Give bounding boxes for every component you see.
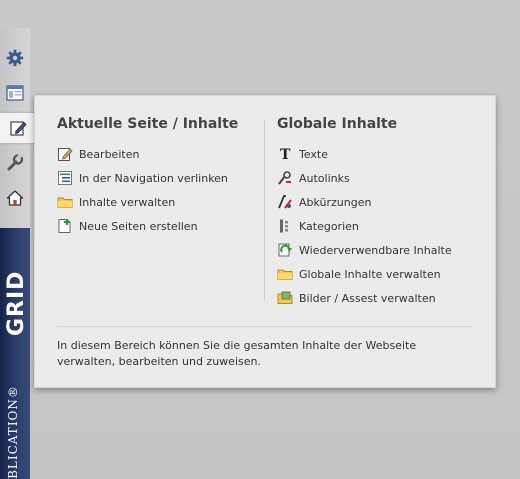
menu-item-label: Kategorien	[299, 219, 359, 233]
menu-item-autolinks[interactable]: Autolinks	[277, 166, 452, 190]
menu-item-label: Texte	[299, 147, 329, 161]
content-menu-panel: Aktuelle Seite / Inhalte Bearbeiten In d…	[34, 95, 496, 388]
menu-item-label: Globale Inhalte verwalten	[299, 267, 441, 281]
layout-icon	[6, 85, 24, 101]
edit-icon	[57, 146, 73, 162]
current-page-section: Aktuelle Seite / Inhalte Bearbeiten In d…	[57, 116, 238, 238]
menu-item-neue-seiten[interactable]: Neue Seiten erstellen	[57, 214, 238, 238]
new-page-icon	[57, 218, 73, 234]
navigation-link-icon	[57, 170, 73, 186]
menu-item-navigation-link[interactable]: In der Navigation verlinken	[57, 166, 238, 190]
layout-button[interactable]	[0, 78, 30, 108]
abbreviation-icon	[277, 194, 293, 210]
menu-item-label: Bilder / Assest verwalten	[299, 291, 436, 305]
home-icon	[6, 190, 24, 206]
categories-icon	[277, 218, 293, 234]
gear-icon	[6, 49, 24, 67]
menu-item-inhalte-verwalten[interactable]: Inhalte verwalten	[57, 190, 238, 214]
global-content-section: Globale Inhalte T Texte Autolinks Abkürz…	[277, 116, 452, 310]
global-content-title: Globale Inhalte	[277, 116, 398, 132]
tools-button[interactable]	[0, 148, 30, 178]
section-divider	[57, 326, 473, 327]
content-edit-button[interactable]	[0, 113, 36, 143]
menu-item-bilder-assets[interactable]: Bilder / Assest verwalten	[277, 286, 452, 310]
menu-item-label: Bearbeiten	[79, 147, 140, 161]
settings-button[interactable]	[0, 43, 30, 73]
menu-item-label: Autolinks	[299, 171, 350, 185]
menu-item-kategorien[interactable]: Kategorien	[277, 214, 452, 238]
panel-description: In diesem Bereich können Sie die gesamte…	[57, 339, 417, 368]
menu-item-label: Inhalte verwalten	[79, 195, 176, 209]
menu-item-label: Wiederverwendbare Inhalte	[299, 243, 452, 257]
menu-item-globale-inhalte-verwalten[interactable]: Globale Inhalte verwalten	[277, 262, 452, 286]
sidebar: GRID WEBLICATION®	[0, 28, 36, 479]
weblication-brand-logo: GRID WEBLICATION®	[0, 228, 30, 479]
wrench-icon	[7, 154, 24, 171]
folder-icon	[277, 266, 293, 282]
menu-item-label: Neue Seiten erstellen	[79, 219, 198, 233]
autolink-icon	[277, 170, 293, 186]
home-button[interactable]	[0, 183, 30, 213]
current-page-title: Aktuelle Seite / Inhalte	[57, 116, 239, 132]
weblication-wordmark: WEBLICATION®	[6, 385, 20, 479]
menu-item-label: In der Navigation verlinken	[79, 171, 228, 185]
menu-item-bearbeiten[interactable]: Bearbeiten	[57, 142, 238, 166]
folder-icon	[57, 194, 73, 210]
menu-item-abkuerzungen[interactable]: Abkürzungen	[277, 190, 452, 214]
column-divider	[264, 120, 265, 300]
image-folder-icon	[277, 290, 293, 306]
menu-item-label: Abkürzungen	[299, 195, 372, 209]
menu-item-texte[interactable]: T Texte	[277, 142, 452, 166]
edit-icon	[10, 121, 27, 136]
svg-text:T: T	[280, 147, 291, 162]
reusable-content-icon	[277, 242, 293, 258]
text-icon: T	[277, 146, 293, 162]
menu-item-wiederverwendbare-inhalte[interactable]: Wiederverwendbare Inhalte	[277, 238, 452, 262]
